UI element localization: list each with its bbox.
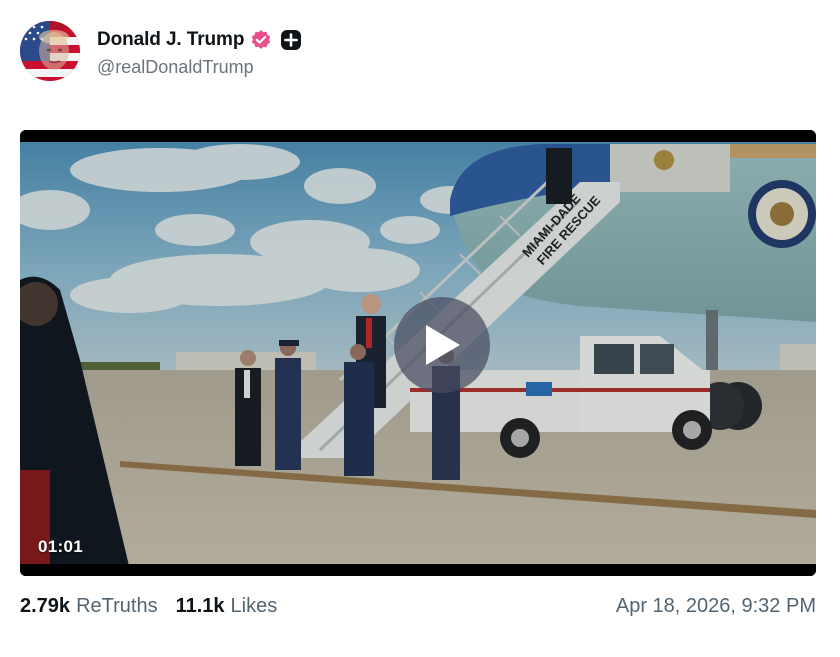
avatar[interactable] [20, 21, 80, 81]
retruths-stat[interactable]: 2.79k ReTruths [20, 595, 158, 618]
play-button[interactable] [394, 297, 490, 393]
play-icon [420, 321, 464, 369]
plus-badge-icon [280, 29, 302, 51]
retruths-count: 2.79k [20, 594, 71, 617]
verified-badge-icon [250, 29, 272, 51]
author-identity: Donald J. Trump @realDonaldTrump [97, 25, 302, 78]
post-timestamp[interactable]: Apr 18, 2026, 9:32 PM [616, 592, 816, 620]
name-row: Donald J. Trump [97, 25, 302, 55]
post-header: Donald J. Trump @realDonaldTrump [20, 20, 302, 82]
likes-label: Likes [230, 594, 278, 617]
flag-portrait-avatar-icon [20, 21, 80, 81]
retruths-label: ReTruths [76, 594, 158, 617]
video-duration: 01:01 [38, 537, 83, 556]
author-handle[interactable]: @realDonaldTrump [97, 57, 302, 78]
likes-count: 11.1k [175, 594, 225, 617]
post-stats: 2.79k ReTruths 11.1k Likes [20, 592, 295, 620]
display-name[interactable]: Donald J. Trump [97, 29, 244, 51]
video-player[interactable]: MIAMI-DADE FIRE RESCUE 01:01 [20, 130, 816, 576]
likes-stat[interactable]: 11.1k Likes [176, 595, 278, 618]
post-card: Donald J. Trump @realDonaldTrump MIAMI-D… [0, 0, 840, 657]
